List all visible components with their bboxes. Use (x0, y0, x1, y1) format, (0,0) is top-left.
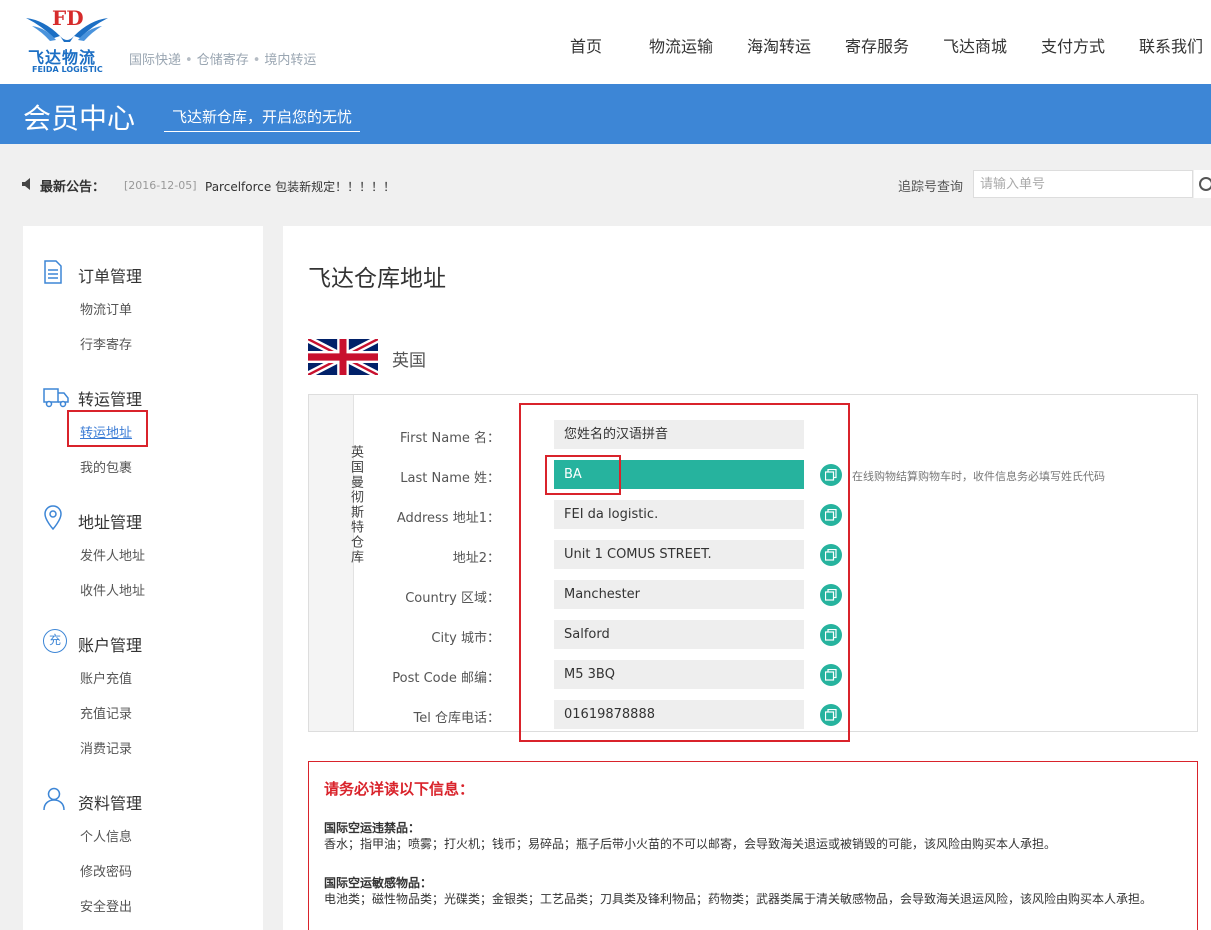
slogan-item: 境内转运 (264, 53, 317, 68)
sidebar-group-orders: 订单管理 (78, 267, 143, 286)
nav-contact[interactable]: 联系我们 (1139, 33, 1203, 57)
sidebar-group-account: 账户管理 (78, 636, 143, 655)
sidebar-item-personal-info[interactable]: 个人信息 (80, 826, 132, 845)
sidebar-item-logout[interactable]: 安全登出 (80, 896, 132, 915)
sidebar-item-recipient-address[interactable]: 收件人地址 (80, 580, 145, 599)
sidebar-group-forwarding: 转运管理 (78, 390, 143, 409)
sidebar-item-spending-records[interactable]: 消费记录 (80, 738, 132, 757)
notice-label: 最新公告： (40, 180, 106, 195)
info-text-prohibited: 香水；指甲油；喷雾；打火机；钱币；易碎品；瓶子后带小火苗的不可以邮寄，会导致海关… (324, 837, 1057, 851)
warehouse-label: 英国曼彻斯特仓库 (348, 445, 363, 565)
info-title: 请务必详读以下信息： (324, 780, 475, 798)
slogan-dot: • (185, 53, 193, 68)
sidebar-item-recharge-records[interactable]: 充值记录 (80, 703, 132, 722)
nav-mall[interactable]: 飞达商城 (943, 33, 1007, 57)
page-title: 飞达仓库地址 (308, 266, 446, 292)
field-label-region: Country 区域： (405, 591, 500, 606)
field-label-address2: 地址2： (452, 551, 500, 566)
sidebar: 订单管理 物流订单 行李寄存 转运管理 转运地址 我的包裹 地址管理 发件人地址… (23, 226, 263, 930)
field-label-last-name: Last Name 姓： (400, 471, 500, 486)
sidebar-item-account-recharge[interactable]: 账户充值 (80, 668, 132, 687)
notice-date: [2016-12-05] (124, 179, 197, 192)
sidebar-item-sender-address[interactable]: 发件人地址 (80, 545, 145, 564)
annotation-box-last-name (545, 455, 621, 495)
member-center-banner: 会员中心 飞达新仓库，开启您的无忧 (0, 84, 1211, 144)
sidebar-item-logistics-orders[interactable]: 物流订单 (80, 299, 132, 318)
nav-logistics[interactable]: 物流运输 (649, 33, 713, 57)
sidebar-item-change-password[interactable]: 修改密码 (80, 861, 132, 880)
info-text-sensitive: 电池类；磁性物品类；光碟类；金银类；工艺品类；刀具类及锋利物品；药物类；武器类属… (324, 892, 1153, 906)
sidebar-item-luggage-storage[interactable]: 行李寄存 (80, 334, 132, 353)
banner-subtitle: 飞达新仓库，开启您的无忧 (164, 106, 361, 132)
slogan-item: 国际快递 (129, 53, 182, 68)
nav-payment[interactable]: 支付方式 (1041, 33, 1105, 57)
banner-title: 会员中心 (23, 102, 136, 135)
active-item-highlight (67, 410, 148, 447)
info-heading-prohibited: 国际空运违禁品： (324, 821, 421, 835)
slogan-item: 仓储寄存 (196, 53, 249, 68)
document-icon (44, 260, 62, 284)
truck-icon (43, 388, 69, 408)
sidebar-group-profile: 资料管理 (78, 794, 143, 813)
tracking-input[interactable] (973, 170, 1193, 198)
user-icon (43, 787, 65, 811)
logo-mark: FD (52, 6, 84, 30)
slogan-dot: • (252, 53, 261, 68)
logo-english-name: FEIDA LOGISTIC (32, 65, 103, 74)
search-icon (1199, 177, 1211, 191)
nav-forwarding[interactable]: 海淘转运 (747, 33, 811, 57)
tracking-search-button[interactable] (1194, 170, 1211, 198)
nav-home[interactable]: 首页 (570, 33, 602, 57)
sidebar-item-my-parcels[interactable]: 我的包裹 (80, 457, 132, 476)
warehouse-label-cell: 英国曼彻斯特仓库 (309, 395, 363, 731)
annotation-box-fields (519, 403, 850, 742)
location-pin-icon (44, 505, 62, 531)
important-info-box: 请务必详读以下信息： 国际空运违禁品： 香水；指甲油；喷雾；打火机；钱币；易碎品… (308, 761, 1198, 930)
main-nav: 首页 物流运输 海淘转运 寄存服务 飞达商城 支付方式 联系我们 (0, 33, 1211, 56)
tracking-label: 追踪号查询 (898, 180, 964, 195)
uk-flag-icon (308, 339, 378, 375)
main-content: 飞达仓库地址 英国 英国曼彻斯特仓库 First Name 名： 您姓名的汉语拼… (283, 226, 1211, 930)
info-heading-sensitive: 国际空运敏感物品： (324, 876, 433, 890)
field-label-post-code: Post Code 邮编： (392, 671, 500, 686)
field-label-city: City 城市： (431, 631, 500, 646)
sidebar-group-addresses: 地址管理 (78, 513, 143, 532)
field-label-first-name: First Name 名： (400, 431, 500, 446)
field-label-address1: Address 地址1： (396, 511, 500, 526)
last-name-tip: 在线购物结算购物车时，收件信息务必填写姓氏代码 (852, 470, 1105, 483)
country-name: 英国 (392, 351, 426, 371)
nav-storage[interactable]: 寄存服务 (845, 33, 909, 57)
notice-bar: 最新公告： [2016-12-05] Parcelforce 包装新规定！！！！… (0, 166, 1211, 206)
recharge-icon: 充 (43, 629, 67, 653)
speaker-icon (22, 178, 30, 190)
site-header: FD 飞达物流 FEIDA LOGISTIC 国际快递 • 仓储寄存 • 境内转运 首页… (0, 0, 1211, 84)
field-label-tel: Tel 仓库电话： (413, 711, 500, 726)
notice-link[interactable]: Parcelforce 包装新规定！！！！！ (205, 178, 395, 195)
